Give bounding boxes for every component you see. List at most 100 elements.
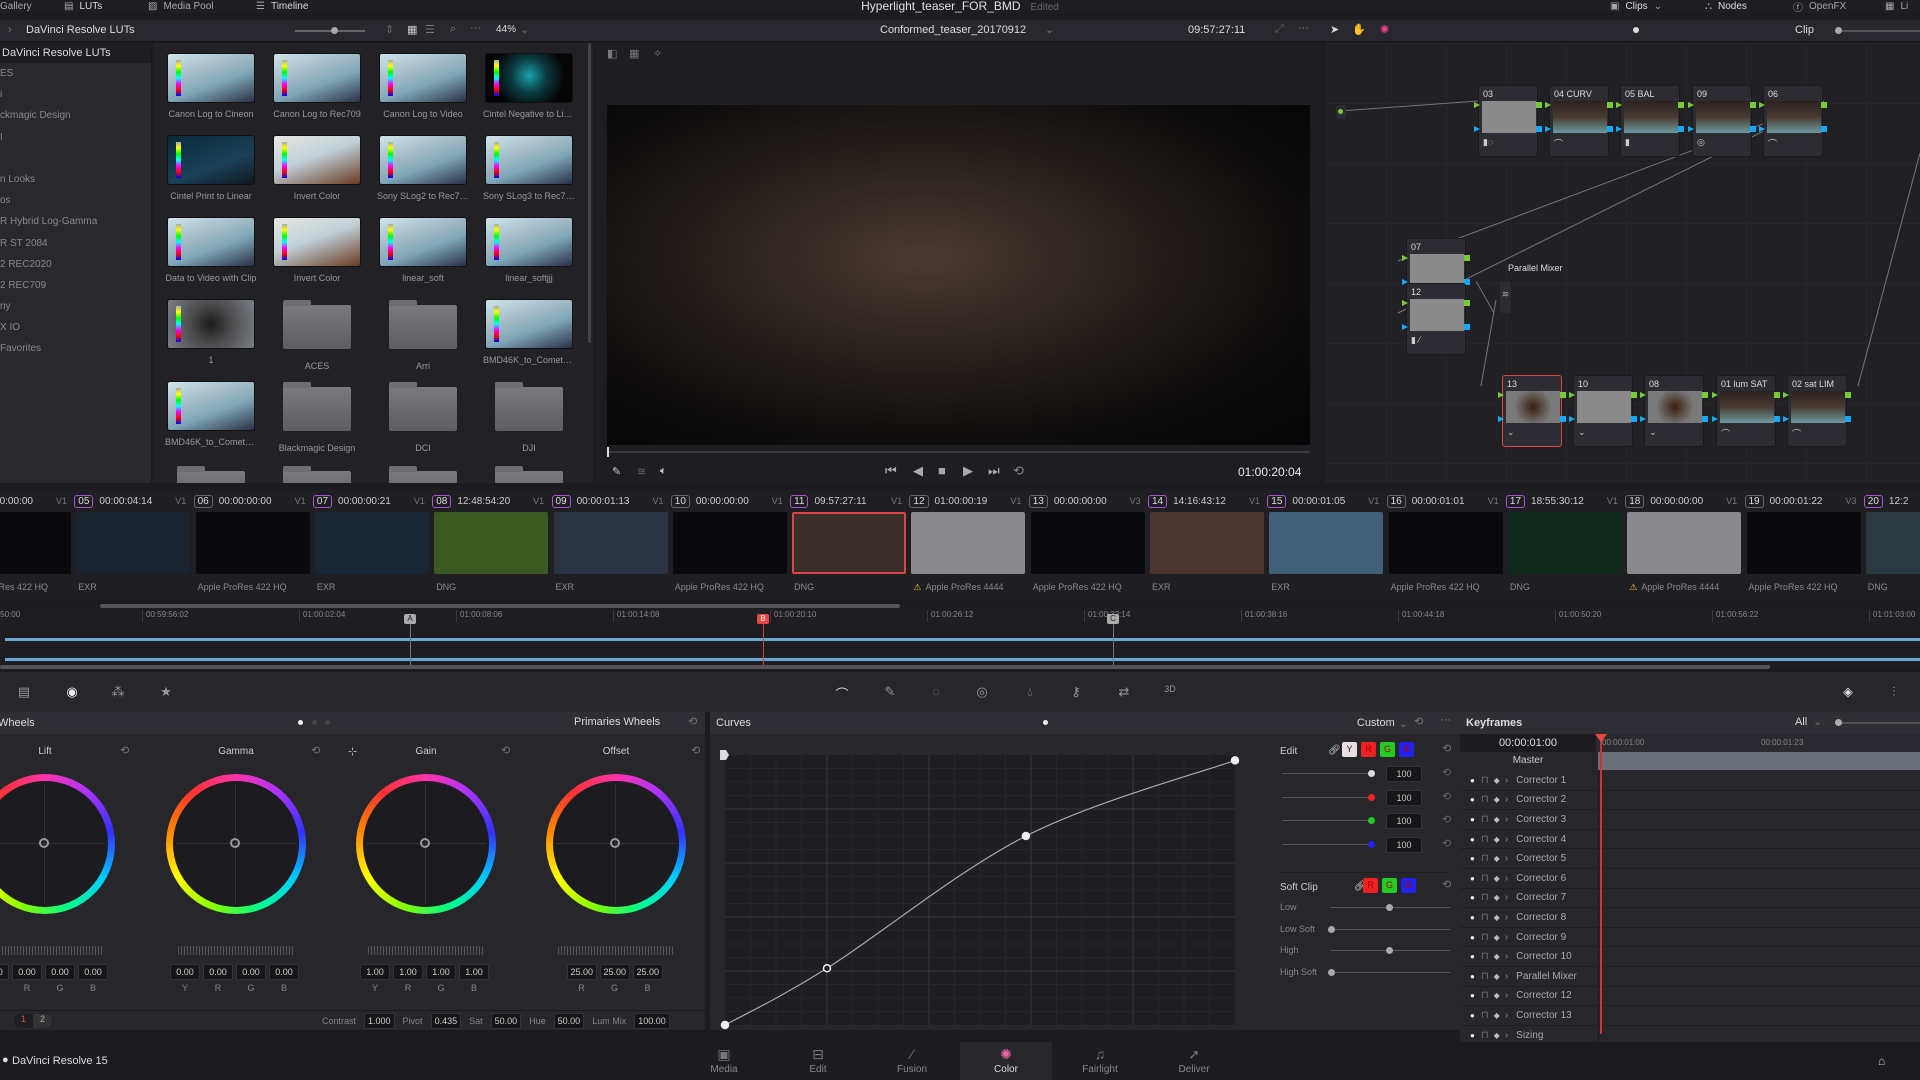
clip[interactable]: 11 09:57:27:11 V1 DNG [790,490,908,600]
expand-icon[interactable]: › [1505,912,1508,923]
reset-icon[interactable]: ⟲ [691,744,700,757]
clip-thumbnail[interactable] [434,512,549,574]
wheel-value-field[interactable]: 0.00 [269,964,299,980]
lut-item[interactable]: linear_soft [377,217,469,283]
enable-dot-icon[interactable]: ● [1470,1031,1475,1040]
expand-icon[interactable]: › [1505,892,1508,903]
soft-clip-slider[interactable] [1330,971,1450,973]
node-output-port[interactable] [1536,102,1542,108]
lut-sidebar-item[interactable]: ES [0,63,151,84]
enable-dot-icon[interactable]: ● [1470,854,1475,863]
lut-item[interactable]: Cintel Print to Linear [165,135,257,201]
lut-item[interactable]: Sony SLog2 to Rec709 [377,135,469,201]
clip[interactable]: 12 01:00:00:19 V1 ⚠ Apple ProRes 4444 [909,490,1027,600]
reset-icon[interactable]: ⟲ [120,744,129,757]
keyframe-diamond-icon[interactable]: ◆ [1494,874,1500,883]
lut-sidebar-item[interactable]: R Hybrid Log-Gamma [0,211,151,232]
tab-clips[interactable]: ▣ Clips ⌄ [1610,0,1662,13]
sizing-icon[interactable]: ⇄ [1114,684,1134,700]
node[interactable]: 02 sat LIM ⌒ [1783,375,1851,447]
folder-icon[interactable] [389,466,457,483]
page-tab-fairlight[interactable]: ♫ Fairlight [1054,1042,1146,1080]
clip-thumbnail[interactable] [911,512,1026,574]
keyframe-row[interactable]: ● ⊓ ◆ › Corrector 9 [1460,927,1920,948]
expand-icon[interactable]: › [1505,873,1508,884]
wheel-value-field[interactable]: 1.00 [426,964,456,980]
lut-item[interactable]: Data to Video with Clip [165,217,257,283]
clip[interactable]: 08 12:48:54:20 V1 DNG [432,490,550,600]
keyframe-row[interactable]: ● ⊓ ◆ › Corrector 13 [1460,1006,1920,1026]
qualifier-icon[interactable]: ✎ [880,684,900,700]
keyframe-row[interactable]: ● ⊓ ◆ › Corrector 2 [1460,790,1920,811]
clip-thumbnail[interactable] [1030,512,1145,574]
go-to-end-button[interactable]: ⏭︎ [988,463,1000,479]
reset-icon[interactable]: ⟲ [1442,790,1451,803]
stop-button[interactable]: ■ [938,463,946,478]
expand-icon[interactable]: › [1505,990,1508,1001]
curve-intensity-value[interactable]: 100 [1386,766,1422,782]
highlight-icon[interactable]: ✧ [653,47,662,60]
grid-view-icon[interactable]: ▦ [407,23,417,36]
lut-folder[interactable]: Arri [377,299,469,371]
node-output-port[interactable] [1750,102,1756,108]
node-output-port[interactable] [1678,102,1684,108]
keyframe-diamond-icon[interactable]: ◆ [1494,854,1500,863]
slider-handle[interactable] [1368,817,1375,824]
page-dot-active[interactable] [298,720,303,725]
lut-folder[interactable]: Blackmagic Design [271,381,363,453]
curve-control-point[interactable] [1230,756,1240,765]
lut-item[interactable]: Cintel Negative to Lin... [483,53,575,119]
wheel-value-field[interactable]: 0.00 [78,964,108,980]
reset-icon[interactable]: ⟲ [501,744,510,757]
curve-intensity-slider[interactable] [1282,843,1372,845]
clip[interactable]: 05 00:00:04:14 V1 EXR [74,490,192,600]
mini-timeline[interactable]: 59:50:00 00:59:56:02 01:00:02:04 01:00:08:0… [0,608,1920,669]
node-output-port[interactable] [1560,416,1566,422]
page-2-button[interactable]: 2 [33,1014,52,1028]
clip-thumbnail[interactable] [1627,512,1742,574]
viewer-more-icon[interactable]: ··· [1298,22,1309,34]
color-wheels-icon[interactable]: ◉ [62,684,82,700]
keyframe-diamond-icon[interactable]: ◆ [1494,795,1500,804]
node-output-port[interactable] [1464,255,1470,261]
param-value[interactable]: 50.00 [553,1013,585,1029]
audio-icon[interactable]: 🔈︎ [660,465,667,478]
curve-control-point[interactable] [720,1020,730,1030]
page-tab-color[interactable]: ✺ Color [960,1042,1052,1080]
enable-dot-icon[interactable]: ● [1470,893,1475,902]
marker-b[interactable]: B [757,614,769,624]
clip[interactable]: 17 18:55:30:12 V1 DNG [1505,490,1624,600]
master-wheel-slider[interactable] [558,946,674,955]
node-output-port[interactable] [1750,126,1756,132]
clip[interactable]: 19 00:00:01:22 V3 Apple ProRes 422 HQ [1744,490,1863,600]
enable-dot-icon[interactable]: ● [1470,913,1475,922]
curve-intensity-value[interactable]: 100 [1386,813,1422,829]
lock-icon[interactable]: ⊓ [1481,932,1489,943]
keyframe-diamond-icon[interactable]: ◆ [1494,913,1500,922]
clip-thumbnail[interactable] [1865,512,1920,574]
node-output-port[interactable] [1464,324,1470,330]
wheels-mode-selector[interactable]: Primaries Wheels [574,716,660,728]
node-output-port[interactable] [1560,392,1566,398]
wheel-value-field[interactable]: 25.00 [599,964,630,980]
curve-control-point[interactable] [1021,831,1031,841]
page-dot[interactable] [312,720,317,725]
lut-sidebar-item[interactable]: 2 REC2020 [0,254,151,275]
lock-icon[interactable]: ⊓ [1481,912,1489,923]
curve-intensity-value[interactable]: 100 [1386,836,1422,853]
keyframe-diamond-icon[interactable]: ◆ [1494,1011,1500,1020]
param-value[interactable]: 1.000 [364,1013,395,1029]
keyframe-row[interactable]: ● ⊓ ◆ › Corrector 12 [1460,986,1920,1007]
curve-mode-selector[interactable]: Custom [1357,717,1395,729]
viewer-image[interactable] [607,105,1310,445]
window-icon[interactable]: ◌ [926,684,946,699]
tab-lightbox[interactable]: ▦ Li [1885,0,1908,13]
slider-handle[interactable] [1386,904,1393,911]
clip[interactable]: 15 00:00:01:05 V1 EXR [1267,490,1385,600]
enable-dot-icon[interactable]: ● [1470,952,1475,961]
clip-thumbnail[interactable] [672,512,787,574]
clip-thumbnail[interactable] [1388,512,1503,574]
color-wheel[interactable] [356,774,496,914]
motion-effects-icon[interactable]: ★ [156,684,176,700]
master-wheel-slider[interactable] [368,946,484,955]
